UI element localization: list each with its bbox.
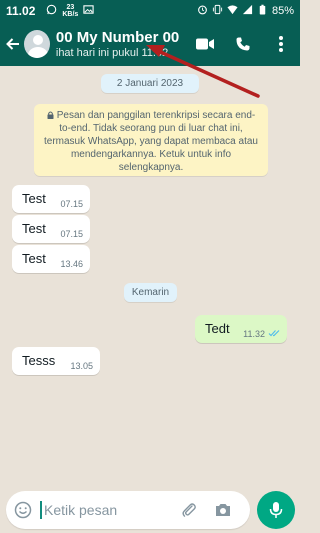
message-text: Test <box>22 251 46 266</box>
encryption-notice[interactable]: Pesan dan panggilan terenkripsi secara e… <box>34 104 268 176</box>
lock-icon <box>47 110 54 119</box>
network-rate-unit: KB/s <box>62 11 79 18</box>
signal-icon <box>242 4 253 18</box>
emoji-icon[interactable] <box>12 499 34 521</box>
message-time: 13.46 <box>60 259 83 269</box>
alarm-icon <box>197 4 208 18</box>
date-divider-chip: Kemarin <box>124 283 177 302</box>
message-time: 13.05 <box>70 361 93 371</box>
image-icon <box>83 4 94 18</box>
message-bubble-outgoing[interactable]: Tedt 11.32 <box>195 315 287 343</box>
message-bubble[interactable]: Test 13.46 <box>12 245 90 273</box>
message-text: Test <box>22 191 46 206</box>
voice-call-icon[interactable] <box>232 33 254 55</box>
read-receipt-icon <box>268 329 280 339</box>
message-time: 07.15 <box>60 229 83 239</box>
attach-icon[interactable] <box>178 499 200 521</box>
message-text: Tedt <box>205 321 230 336</box>
network-rate-value: 23 <box>66 4 75 11</box>
message-input[interactable] <box>40 501 168 519</box>
contact-info[interactable]: 00 My Number 00 ihat hari ini pukul 11.0… <box>56 29 194 59</box>
chat-header: 00 My Number 00 ihat hari ini pukul 11.0… <box>0 22 300 66</box>
composer <box>6 491 250 529</box>
avatar-icon[interactable] <box>24 30 50 58</box>
video-call-icon[interactable] <box>194 33 216 55</box>
battery-percent: 85% <box>271 5 294 17</box>
status-time: 11.02 <box>6 4 36 18</box>
encryption-notice-text: Pesan dan panggilan terenkripsi secara e… <box>43 110 258 173</box>
whatsapp-icon <box>46 4 57 18</box>
message-time: 11.32 <box>243 329 265 339</box>
message-bubble[interactable]: Test 07.15 <box>12 185 90 213</box>
mic-icon[interactable] <box>257 491 295 529</box>
contact-name: 00 My Number 00 <box>55 29 180 46</box>
input-bar <box>0 489 300 533</box>
message-text: Test <box>22 221 46 236</box>
wifi-icon <box>227 4 238 18</box>
vibrate-icon <box>212 4 223 18</box>
last-seen: ihat hari ini pukul 11.02 <box>55 47 169 59</box>
back-arrow-icon[interactable] <box>2 22 24 66</box>
chat-area[interactable]: 2 Januari 2023 Pesan dan panggilan teren… <box>0 66 300 489</box>
message-bubble[interactable]: Test 07.15 <box>12 215 90 243</box>
message-time: 07.15 <box>60 199 83 209</box>
status-bar: 11.02 23 KB/s 85% <box>0 0 300 22</box>
date-chip: 2 Januari 2023 <box>101 74 199 93</box>
message-text: Tesss <box>22 353 56 368</box>
battery-icon <box>257 4 268 18</box>
network-rate: 23 KB/s <box>62 4 78 18</box>
message-bubble[interactable]: Tesss 13.05 <box>12 347 100 375</box>
camera-icon[interactable] <box>212 499 234 521</box>
more-options-icon[interactable] <box>270 33 292 55</box>
